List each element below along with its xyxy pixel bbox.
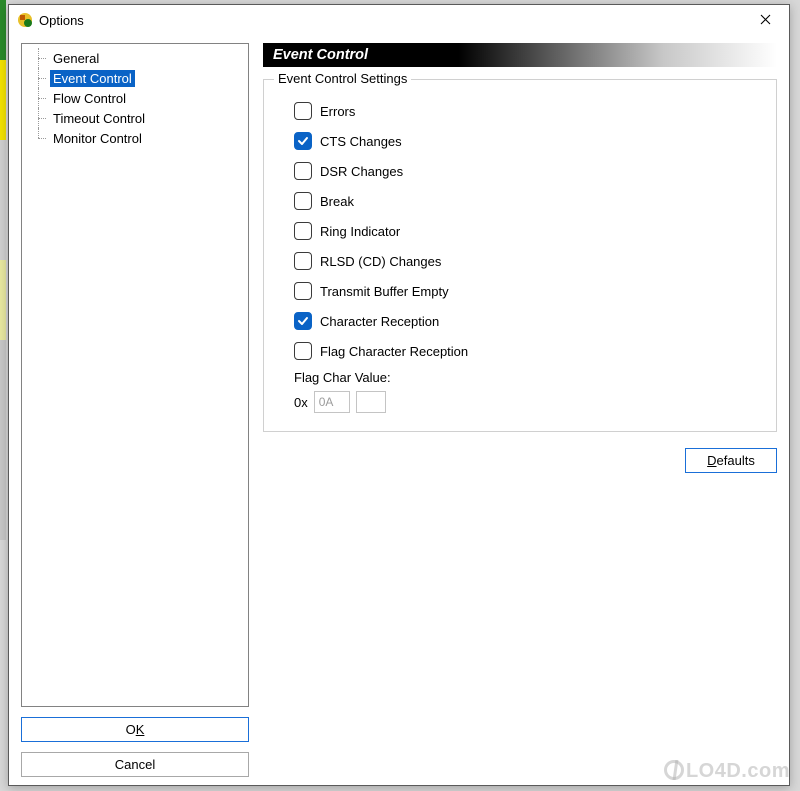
flag-char-preview	[356, 391, 386, 413]
tree-item-monitor-control[interactable]: Monitor Control	[24, 128, 246, 148]
defaults-rest: efaults	[717, 453, 755, 468]
checkbox-break[interactable]	[294, 192, 312, 210]
cancel-button[interactable]: Cancel	[21, 752, 249, 777]
tree-branch-icon	[30, 68, 50, 88]
checkbox-dsr-changes[interactable]	[294, 162, 312, 180]
section-header: Event Control	[263, 43, 777, 67]
tree-item-flow-control[interactable]: Flow Control	[24, 88, 246, 108]
checkbox-row: Character Reception	[282, 306, 758, 336]
tree-item-label: Monitor Control	[50, 130, 145, 147]
checkbox-ring-indicator[interactable]	[294, 222, 312, 240]
check-icon	[297, 315, 309, 327]
checkbox-row: CTS Changes	[282, 126, 758, 156]
checkbox-row: Flag Character Reception	[282, 336, 758, 366]
checkbox-flag-character-reception[interactable]	[294, 342, 312, 360]
checkbox-rlsd-cd-changes[interactable]	[294, 252, 312, 270]
tree-item-label: Timeout Control	[50, 110, 148, 127]
checkbox-row: Ring Indicator	[282, 216, 758, 246]
checkbox-row: Transmit Buffer Empty	[282, 276, 758, 306]
defaults-accel: D	[707, 453, 716, 468]
checkbox-cts-changes[interactable]	[294, 132, 312, 150]
checkbox-label: Errors	[320, 104, 355, 119]
flag-char-input[interactable]	[314, 391, 350, 413]
tree-branch-icon	[30, 108, 50, 128]
tree-item-label: Event Control	[50, 70, 135, 87]
checkbox-row: Break	[282, 186, 758, 216]
checkbox-row: DSR Changes	[282, 156, 758, 186]
checkbox-character-reception[interactable]	[294, 312, 312, 330]
category-tree[interactable]: General Event Control Flow Control Timeout …	[21, 43, 249, 707]
flag-char-label: Flag Char Value:	[294, 370, 758, 385]
options-dialog: Options General Event Control Flow Control…	[8, 4, 790, 786]
window-title: Options	[39, 13, 743, 28]
tree-item-label: General	[50, 50, 102, 67]
checkbox-label: Flag Character Reception	[320, 344, 468, 359]
checkbox-label: RLSD (CD) Changes	[320, 254, 441, 269]
event-control-group: Event Control Settings ErrorsCTS Changes…	[263, 79, 777, 432]
titlebar: Options	[9, 5, 789, 35]
tree-item-event-control[interactable]: Event Control	[24, 68, 246, 88]
checkbox-row: RLSD (CD) Changes	[282, 246, 758, 276]
tree-branch-icon	[30, 88, 50, 108]
checkbox-label: Transmit Buffer Empty	[320, 284, 449, 299]
checkbox-label: DSR Changes	[320, 164, 403, 179]
checkbox-label: Break	[320, 194, 354, 209]
checkbox-label: Character Reception	[320, 314, 439, 329]
tree-branch-icon	[30, 128, 50, 148]
ok-button[interactable]: OK	[21, 717, 249, 742]
close-icon	[760, 14, 771, 25]
checkbox-errors[interactable]	[294, 102, 312, 120]
defaults-button[interactable]: Defaults	[685, 448, 777, 473]
checkbox-row: Errors	[282, 96, 758, 126]
tree-item-general[interactable]: General	[24, 48, 246, 68]
group-title: Event Control Settings	[274, 71, 411, 86]
tree-item-label: Flow Control	[50, 90, 129, 107]
app-icon	[17, 12, 33, 28]
checkbox-label: CTS Changes	[320, 134, 402, 149]
tree-branch-icon	[30, 48, 50, 68]
check-icon	[297, 135, 309, 147]
ok-label-prefix: O	[126, 722, 136, 737]
checkbox-transmit-buffer-empty[interactable]	[294, 282, 312, 300]
ok-label-accel: K	[136, 722, 145, 737]
close-button[interactable]	[743, 5, 787, 35]
hex-prefix: 0x	[294, 395, 308, 410]
tree-item-timeout-control[interactable]: Timeout Control	[24, 108, 246, 128]
cancel-label: Cancel	[115, 757, 155, 772]
checkbox-label: Ring Indicator	[320, 224, 400, 239]
